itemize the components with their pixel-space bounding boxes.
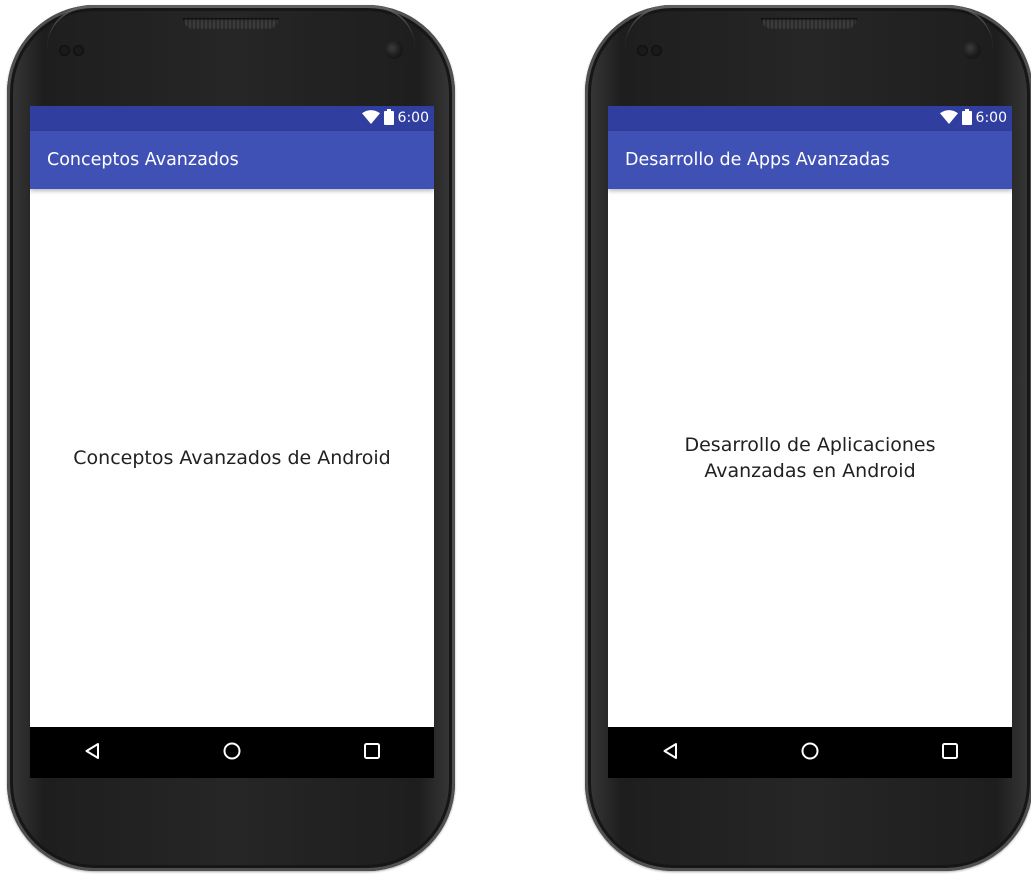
home-button[interactable] bbox=[218, 739, 246, 767]
centered-text-view: Conceptos Avanzados de Android bbox=[73, 447, 391, 469]
front-camera bbox=[385, 41, 403, 59]
battery-icon bbox=[961, 108, 972, 129]
navigation-bar bbox=[30, 727, 434, 778]
home-circle-icon bbox=[222, 741, 242, 765]
earpiece-speaker bbox=[183, 18, 279, 29]
phone-left: 6:00 Conceptos Avanzados Conceptos Avanz… bbox=[7, 5, 455, 871]
recents-square-icon bbox=[940, 741, 960, 765]
status-icons: 6:00 bbox=[939, 108, 1007, 129]
text-line-2: Avanzadas en Android bbox=[704, 460, 916, 482]
wifi-icon bbox=[361, 109, 380, 128]
battery-icon bbox=[383, 108, 394, 129]
proximity-sensor bbox=[637, 45, 648, 56]
proximity-sensor bbox=[59, 45, 70, 56]
status-bar: 6:00 bbox=[608, 106, 1012, 131]
earpiece-speaker bbox=[761, 18, 857, 29]
home-button[interactable] bbox=[796, 739, 824, 767]
light-sensor bbox=[73, 45, 84, 56]
back-button[interactable] bbox=[657, 739, 685, 767]
screen: 6:00 Conceptos Avanzados Conceptos Avanz… bbox=[30, 106, 434, 778]
navigation-bar bbox=[608, 727, 1012, 778]
recents-square-icon bbox=[362, 741, 382, 765]
status-time: 6:00 bbox=[397, 110, 429, 126]
main-content: Desarrollo de Aplicaciones Avanzadas en … bbox=[608, 189, 1012, 727]
back-button[interactable] bbox=[79, 739, 107, 767]
text-line-1: Desarrollo de Aplicaciones bbox=[684, 434, 936, 456]
phone-right: 6:00 Desarrollo de Apps Avanzadas Desarr… bbox=[585, 5, 1031, 871]
main-content: Conceptos Avanzados de Android bbox=[30, 189, 434, 727]
home-circle-icon bbox=[800, 741, 820, 765]
back-triangle-icon bbox=[83, 741, 103, 765]
status-icons: 6:00 bbox=[361, 108, 429, 129]
light-sensor bbox=[651, 45, 662, 56]
app-bar: Desarrollo de Apps Avanzadas bbox=[608, 131, 1012, 189]
back-triangle-icon bbox=[661, 741, 681, 765]
recents-button[interactable] bbox=[358, 739, 386, 767]
recents-button[interactable] bbox=[936, 739, 964, 767]
app-bar: Conceptos Avanzados bbox=[30, 131, 434, 189]
wifi-icon bbox=[939, 109, 958, 128]
screen: 6:00 Desarrollo de Apps Avanzadas Desarr… bbox=[608, 106, 1012, 778]
app-bar-title: Conceptos Avanzados bbox=[47, 150, 239, 170]
app-bar-title: Desarrollo de Apps Avanzadas bbox=[625, 150, 890, 170]
status-time: 6:00 bbox=[975, 110, 1007, 126]
front-camera bbox=[963, 41, 981, 59]
status-bar: 6:00 bbox=[30, 106, 434, 131]
mockup-stage: 6:00 Conceptos Avanzados Conceptos Avanz… bbox=[0, 0, 1031, 875]
centered-text-view: Desarrollo de Aplicaciones Avanzadas en … bbox=[664, 432, 955, 484]
